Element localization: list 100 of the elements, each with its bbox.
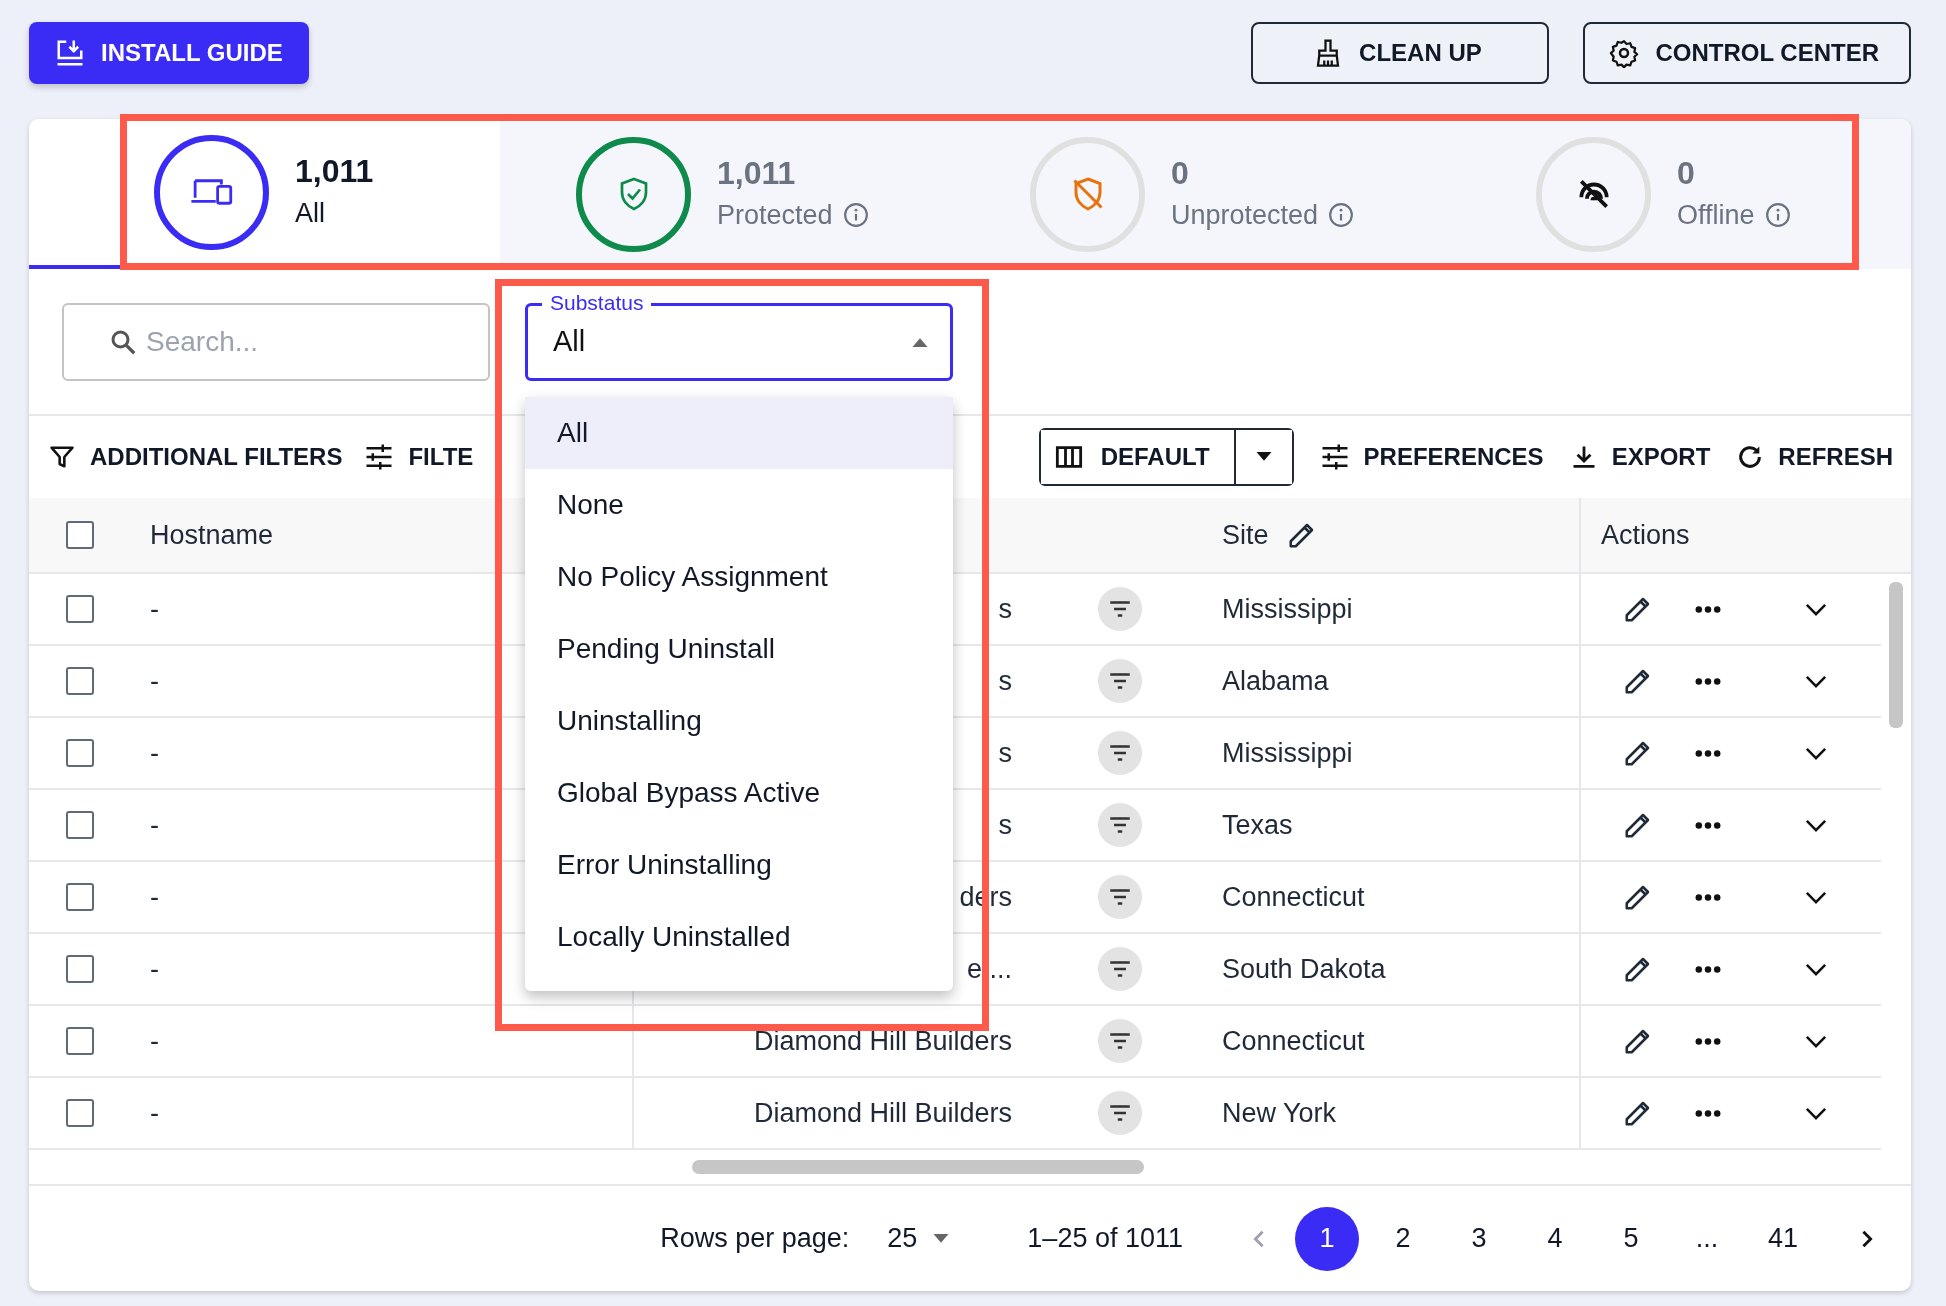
funnel-icon bbox=[48, 443, 76, 471]
clean-up-button[interactable]: CLEAN UP bbox=[1251, 22, 1550, 84]
chevron-right-icon bbox=[1861, 1228, 1873, 1249]
page-button[interactable]: 3 bbox=[1447, 1206, 1511, 1271]
status-count: 1,011 bbox=[295, 151, 374, 191]
status-tab[interactable]: 1,011 All bbox=[29, 119, 500, 269]
table-cell: Diamond Hill Builders bbox=[753, 1025, 1012, 1057]
additional-filters-button[interactable]: ADDITIONAL FILTERS bbox=[48, 443, 343, 471]
checkbox[interactable] bbox=[66, 739, 94, 767]
export-button[interactable]: EXPORT bbox=[1569, 443, 1711, 471]
menu-option[interactable]: No Policy Assignment bbox=[525, 541, 953, 613]
table-cell-text: - bbox=[149, 1025, 160, 1057]
info-icon[interactable] bbox=[1764, 201, 1791, 228]
caret-icon bbox=[912, 336, 928, 347]
column-header: Hostname bbox=[149, 519, 275, 551]
menu-option[interactable]: None bbox=[525, 469, 953, 541]
view-split-button[interactable]: DEFAULT bbox=[1038, 428, 1294, 486]
chevron-left-icon bbox=[1253, 1228, 1265, 1249]
control-center-button[interactable]: CONTROL CENTER bbox=[1583, 22, 1911, 84]
menu-option[interactable]: Uninstalling bbox=[525, 685, 953, 757]
chevron-down-icon[interactable] bbox=[1805, 1106, 1827, 1120]
caret-icon bbox=[933, 1233, 950, 1244]
status-tab[interactable]: 0 Offline bbox=[1440, 119, 1910, 269]
more-icon[interactable] bbox=[1695, 604, 1721, 614]
filter-chip-icon[interactable] bbox=[1098, 659, 1142, 703]
filter-chip-icon[interactable] bbox=[1098, 731, 1142, 775]
more-icon[interactable] bbox=[1695, 676, 1721, 686]
checkbox[interactable] bbox=[66, 1027, 94, 1055]
filter-chip-icon[interactable] bbox=[1098, 947, 1142, 991]
checkbox[interactable] bbox=[66, 811, 94, 839]
status-tab[interactable]: 1,011 Protected bbox=[500, 119, 970, 269]
chevron-down-icon[interactable] bbox=[1805, 890, 1827, 904]
filter-chip-icon[interactable] bbox=[1098, 875, 1142, 919]
table-cell: s bbox=[998, 593, 1012, 625]
filter-chip-icon[interactable] bbox=[1098, 1019, 1142, 1063]
chevron-down-icon[interactable] bbox=[1805, 674, 1827, 688]
settings-icon bbox=[1609, 38, 1640, 68]
menu-option[interactable]: Locally Uninstalled bbox=[525, 901, 953, 973]
filter-chip-icon[interactable] bbox=[1098, 587, 1142, 631]
table-cell-text: Connecticut bbox=[1221, 881, 1366, 913]
info-icon[interactable] bbox=[1328, 201, 1355, 228]
status-count: 0 bbox=[1677, 153, 1696, 193]
menu-option[interactable]: Error Uninstalling bbox=[525, 829, 953, 901]
more-icon[interactable] bbox=[1695, 1036, 1721, 1046]
filter-chip-icon[interactable] bbox=[1098, 803, 1142, 847]
chevron-down-icon[interactable] bbox=[1805, 1034, 1827, 1048]
menu-option[interactable]: Pending Uninstall bbox=[525, 613, 953, 685]
preferences-button[interactable]: PREFERENCES bbox=[1319, 442, 1544, 472]
filters-button[interactable]: FILTE bbox=[364, 442, 474, 472]
devices-icon bbox=[188, 177, 235, 207]
table-cell-text: Mississippi bbox=[1221, 737, 1354, 769]
vertical-scrollbar[interactable] bbox=[1889, 582, 1903, 728]
more-icon[interactable] bbox=[1695, 964, 1721, 974]
table-cell-text: New York bbox=[1221, 1097, 1338, 1129]
checkbox[interactable] bbox=[66, 667, 94, 695]
table-cell: e ... bbox=[966, 953, 1012, 985]
status-label: Unprotected bbox=[1171, 198, 1319, 232]
checkbox[interactable] bbox=[66, 883, 94, 911]
sliders-icon bbox=[364, 442, 395, 472]
checkbox[interactable] bbox=[66, 955, 94, 983]
filter-chip-icon[interactable] bbox=[1098, 1091, 1142, 1135]
chevron-down-icon[interactable] bbox=[1805, 962, 1827, 976]
table-cell: Diamond Hill Builders bbox=[753, 1097, 1012, 1129]
page-button[interactable]: 41 bbox=[1751, 1206, 1815, 1271]
status-label: Protected bbox=[717, 198, 833, 232]
table-cell-text: - bbox=[149, 881, 160, 913]
checkbox[interactable] bbox=[66, 1099, 94, 1127]
menu-option[interactable]: All bbox=[525, 397, 953, 469]
install-guide-button[interactable]: INSTALL GUIDE bbox=[29, 22, 309, 84]
page-button[interactable]: 1 bbox=[1295, 1206, 1359, 1271]
more-icon[interactable] bbox=[1695, 748, 1721, 758]
checkbox[interactable] bbox=[66, 521, 94, 549]
page-button[interactable]: ... bbox=[1675, 1206, 1739, 1271]
caret-icon[interactable] bbox=[1255, 452, 1272, 462]
info-icon[interactable] bbox=[842, 201, 869, 228]
page-button[interactable]: 4 bbox=[1523, 1206, 1587, 1271]
table-cell-text: Connecticut bbox=[1221, 1025, 1366, 1057]
search-field[interactable]: Search... bbox=[62, 302, 490, 381]
more-icon[interactable] bbox=[1695, 820, 1721, 830]
rows-per-page-select[interactable]: 25 bbox=[881, 1222, 956, 1255]
rows-per-page-label: Rows per page: bbox=[660, 1223, 850, 1254]
table-cell-text: - bbox=[149, 1097, 160, 1129]
chevron-down-icon[interactable] bbox=[1805, 818, 1827, 832]
chevron-down-icon[interactable] bbox=[1805, 746, 1827, 760]
checkbox[interactable] bbox=[66, 595, 94, 623]
chevron-down-icon[interactable] bbox=[1805, 602, 1827, 616]
status-count: 0 bbox=[1171, 153, 1190, 193]
horizontal-scrollbar[interactable] bbox=[692, 1160, 1144, 1174]
menu-option[interactable]: Global Bypass Active bbox=[525, 757, 953, 829]
page-button[interactable]: 2 bbox=[1371, 1206, 1435, 1271]
status-tab[interactable]: 0 Unprotected bbox=[970, 119, 1440, 269]
table-cell-text: - bbox=[149, 593, 160, 625]
table-cell: s bbox=[998, 809, 1012, 841]
table-cell-text: Mississippi bbox=[1221, 593, 1354, 625]
status-count: 1,011 bbox=[717, 153, 797, 193]
table-cell-text: - bbox=[149, 665, 160, 697]
more-icon[interactable] bbox=[1695, 892, 1721, 902]
more-icon[interactable] bbox=[1695, 1108, 1721, 1118]
refresh-button[interactable]: REFRESH bbox=[1736, 443, 1893, 471]
page-button[interactable]: 5 bbox=[1599, 1206, 1663, 1271]
